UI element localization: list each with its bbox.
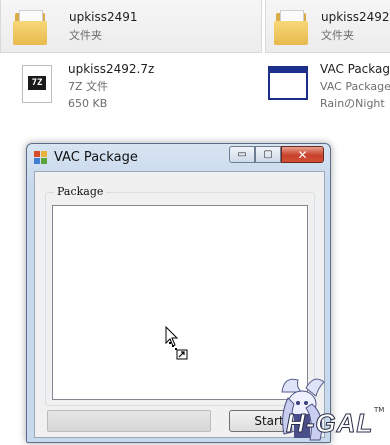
file-tile-vac-package[interactable]: VAC Package VAC Package RainのNight <box>265 56 390 116</box>
file-name: upkiss2492 <box>321 10 390 24</box>
window-title: VAC Package <box>54 150 138 165</box>
file-tile-upkiss2491[interactable]: upkiss2491 文件夹 <box>0 0 262 53</box>
progress-bar <box>47 410 211 432</box>
file-tile-upkiss2492[interactable]: upkiss2492 文件夹 <box>265 0 390 53</box>
minimize-icon: ▭ <box>237 149 247 160</box>
7z-archive-icon: 7Z <box>22 65 52 103</box>
package-list[interactable] <box>52 205 308 400</box>
file-company: RainのNight <box>320 97 385 110</box>
file-name: upkiss2491 <box>69 10 138 24</box>
application-icon <box>268 66 308 100</box>
maximize-button[interactable]: ▢ <box>255 146 281 163</box>
file-description: VAC Package <box>320 80 390 93</box>
file-name: upkiss2492.7z <box>68 62 155 76</box>
watermark-text: H-GAL <box>285 408 374 439</box>
watermark-tm: TM <box>374 406 385 414</box>
file-tile-upkiss2492-7z[interactable]: 7Z upkiss2492.7z 7Z 文件 650 KB <box>0 56 262 116</box>
package-group-label: Package <box>54 185 107 198</box>
minimize-button[interactable]: ▭ <box>229 146 255 163</box>
drag-copy-cursor-icon <box>165 326 188 360</box>
file-name: VAC Package <box>320 62 390 76</box>
close-button[interactable]: ✕ <box>281 146 324 163</box>
maximize-icon: ▢ <box>263 149 273 160</box>
folder-icon <box>274 9 308 45</box>
file-type: 文件夹 <box>69 29 102 42</box>
close-icon: ✕ <box>297 147 308 162</box>
file-type: 文件夹 <box>321 29 354 42</box>
file-size: 650 KB <box>68 97 108 110</box>
caption-buttons: ▭ ▢ ✕ <box>229 146 324 164</box>
folder-icon <box>13 9 47 45</box>
app-title-icon <box>34 151 48 165</box>
file-type: 7Z 文件 <box>68 80 109 93</box>
